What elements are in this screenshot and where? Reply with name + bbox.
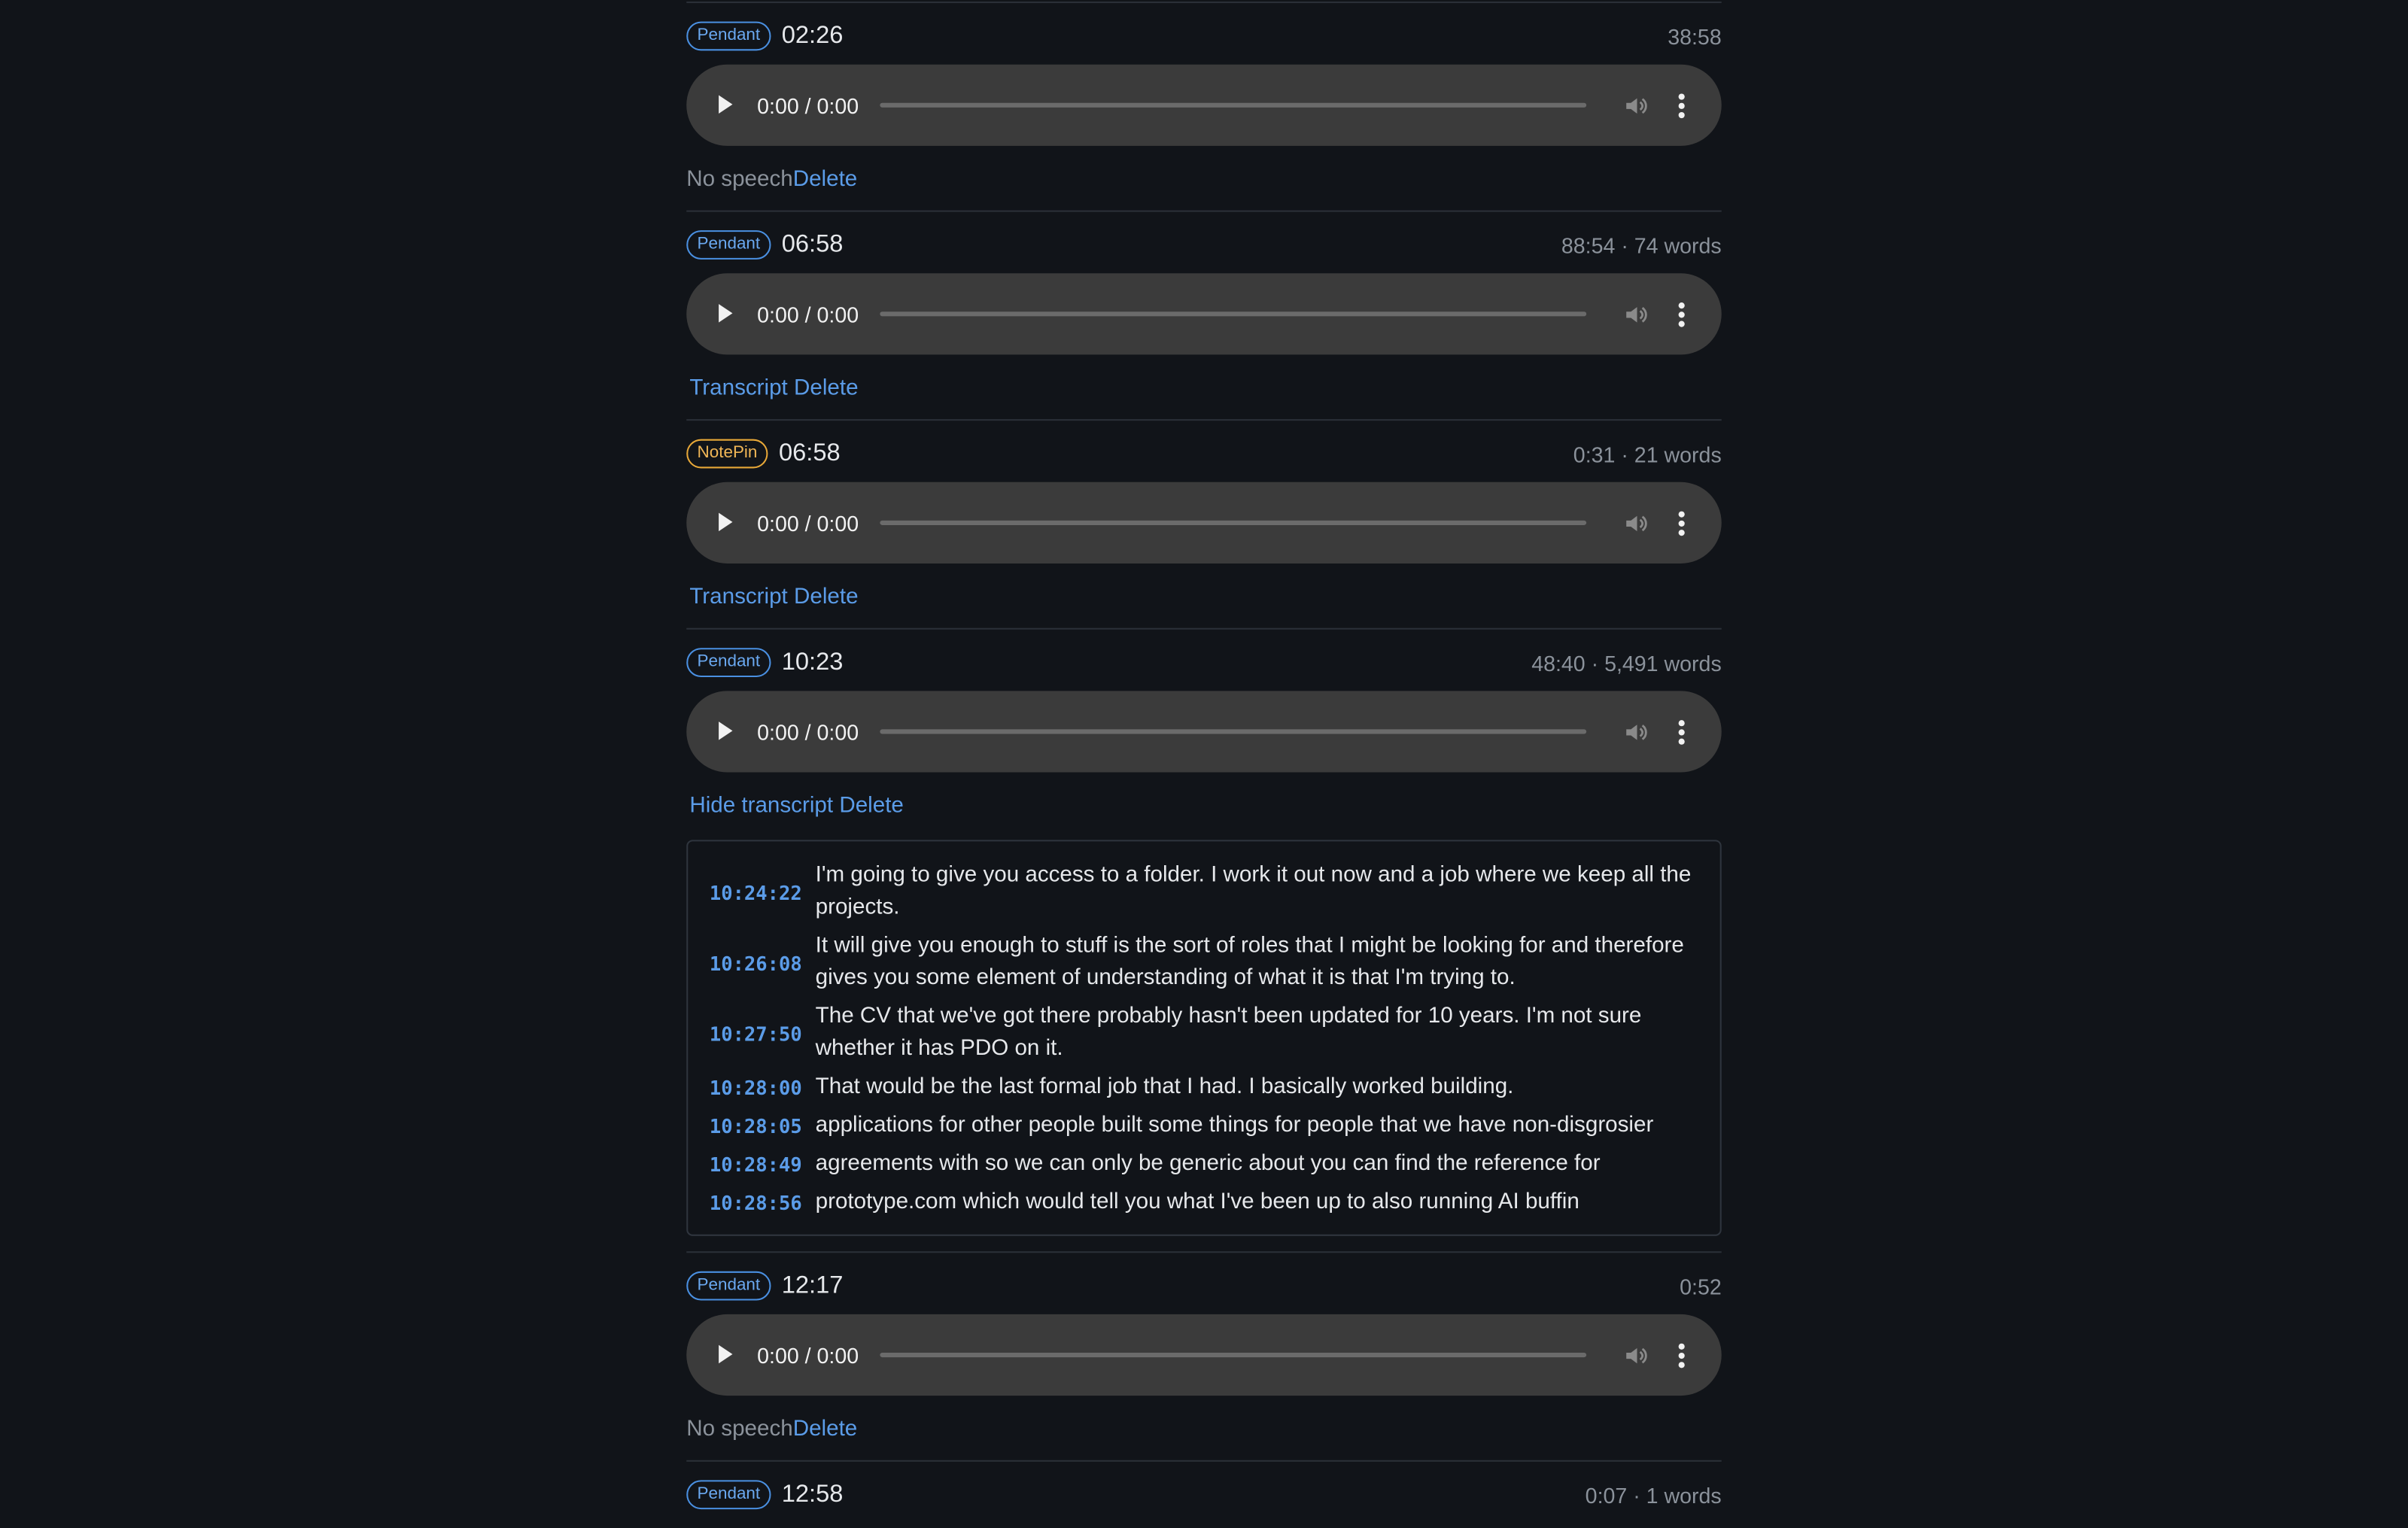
player-time: 0:00 / 0:00	[757, 93, 859, 118]
recording-meta: 48:40 · 5,491 words	[1531, 650, 1722, 675]
recording-meta: 0:07 · 1 words	[1585, 1482, 1722, 1508]
recording-actions: No speechDelete	[686, 1414, 1721, 1445]
seek-bar[interactable]	[880, 311, 1587, 317]
recording-card: NotePin 06:58 0:31 · 21 words 0:00 / 0:0…	[686, 419, 1722, 628]
recording-card: Pendant 12:58 0:07 · 1 words	[686, 1460, 1722, 1528]
seek-bar[interactable]	[880, 729, 1587, 734]
transcript-timestamp[interactable]: 10:26:08	[710, 951, 816, 974]
recording-time: 06:58	[781, 231, 844, 257]
recording-actions: Hide transcript Delete	[686, 791, 1721, 822]
transcript-line: 10:24:22 I'm going to give you access to…	[710, 860, 1698, 925]
transcript-line: 10:28:56 prototype.com which would tell …	[710, 1187, 1698, 1220]
recording-actions: Transcript Delete	[686, 373, 1721, 404]
delete-link[interactable]: Delete	[793, 1417, 858, 1442]
recording-actions: No speechDelete	[686, 164, 1721, 195]
recording-time: 12:17	[781, 1271, 844, 1299]
recording-header: Pendant 10:23 48:40 · 5,491 words	[686, 645, 1722, 680]
audio-player[interactable]: 0:00 / 0:00	[686, 1314, 1722, 1396]
recordings-list: Pendant 02:26 38:58 0:00 / 0:00 No speec…	[686, 2, 1722, 1528]
delete-link[interactable]: Delete	[839, 794, 904, 819]
device-badge: Pendant	[686, 230, 771, 260]
device-badge: Pendant	[686, 648, 771, 677]
volume-icon[interactable]	[1623, 93, 1648, 118]
seek-bar[interactable]	[880, 520, 1587, 525]
device-badge: Pendant	[686, 1480, 771, 1510]
recording-time: 10:23	[781, 649, 844, 675]
transcript-timestamp[interactable]: 10:28:49	[710, 1153, 816, 1177]
delete-link[interactable]: Delete	[794, 585, 859, 610]
device-badge: NotePin	[686, 439, 768, 469]
transcript-link[interactable]: Transcript	[689, 585, 787, 610]
audio-player[interactable]: 0:00 / 0:00	[686, 481, 1722, 564]
recording-header: Pendant 06:58 88:54 · 74 words	[686, 227, 1722, 263]
hide-transcript-link[interactable]: Hide transcript	[689, 794, 833, 819]
volume-icon[interactable]	[1623, 720, 1648, 745]
play-icon[interactable]	[719, 721, 733, 740]
recording-meta: 0:52	[1680, 1273, 1722, 1299]
delete-link[interactable]: Delete	[793, 167, 858, 192]
transcript-line: 10:27:50 The CV that we've got there pro…	[710, 1001, 1698, 1066]
transcript-panel: 10:24:22 I'm going to give you access to…	[686, 840, 1722, 1236]
volume-icon[interactable]	[1623, 1344, 1648, 1369]
no-speech-label: No speech	[686, 167, 793, 193]
transcript-line: 10:26:08 It will give you enough to stuf…	[710, 931, 1698, 995]
volume-icon[interactable]	[1623, 512, 1648, 536]
transcript-timestamp[interactable]: 10:28:56	[710, 1192, 816, 1215]
more-options-icon[interactable]	[1678, 302, 1685, 327]
more-options-icon[interactable]	[1678, 1343, 1685, 1369]
transcript-text: That would be the last formal job that I…	[815, 1074, 1514, 1100]
volume-icon[interactable]	[1623, 302, 1648, 327]
player-time: 0:00 / 0:00	[757, 510, 859, 536]
recording-header: Pendant 12:58 0:07 · 1 words	[686, 1477, 1722, 1512]
transcript-link[interactable]: Transcript	[689, 376, 787, 401]
transcript-timestamp[interactable]: 10:28:00	[710, 1077, 816, 1100]
audio-player[interactable]: 0:00 / 0:00	[686, 691, 1722, 773]
audio-player[interactable]: 0:00 / 0:00	[686, 64, 1722, 146]
transcript-line: 10:28:05 applications for other people b…	[710, 1110, 1698, 1142]
transcript-text: prototype.com which would tell you what …	[815, 1189, 1579, 1215]
device-badge: Pendant	[686, 1271, 771, 1301]
transcript-text: agreements with so we can only be generi…	[815, 1151, 1601, 1177]
play-icon[interactable]	[719, 1344, 733, 1364]
player-time: 0:00 / 0:00	[757, 1342, 859, 1368]
recording-time: 02:26	[781, 22, 844, 49]
play-icon[interactable]	[719, 95, 733, 114]
transcript-text: applications for other people built some…	[815, 1113, 1654, 1138]
recording-header: Pendant 02:26 38:58	[686, 18, 1722, 53]
recording-header: Pendant 12:17 0:52	[686, 1268, 1722, 1304]
transcript-timestamp[interactable]: 10:27:50	[710, 1022, 816, 1045]
play-icon[interactable]	[719, 304, 733, 323]
recording-card: Pendant 06:58 88:54 · 74 words 0:00 / 0:…	[686, 210, 1722, 420]
transcript-text: I'm going to give you access to a folder…	[815, 862, 1692, 920]
recordings-page: Pendant 02:26 38:58 0:00 / 0:00 No speec…	[0, 0, 2408, 1510]
transcript-text: It will give you enough to stuff is the …	[815, 933, 1684, 991]
recording-card: Pendant 10:23 48:40 · 5,491 words 0:00 /…	[686, 627, 1722, 1252]
seek-bar[interactable]	[880, 102, 1587, 108]
more-options-icon[interactable]	[1678, 93, 1685, 119]
transcript-timestamp[interactable]: 10:28:05	[710, 1115, 816, 1138]
no-speech-label: No speech	[686, 1417, 793, 1442]
player-time: 0:00 / 0:00	[757, 719, 859, 744]
more-options-icon[interactable]	[1678, 720, 1685, 745]
delete-link[interactable]: Delete	[794, 376, 859, 401]
recording-card: Pendant 02:26 38:58 0:00 / 0:00 No speec…	[686, 2, 1722, 211]
player-time: 0:00 / 0:00	[757, 302, 859, 327]
audio-player[interactable]: 0:00 / 0:00	[686, 273, 1722, 355]
transcript-line: 10:28:49 agreements with so we can only …	[710, 1149, 1698, 1181]
more-options-icon[interactable]	[1678, 511, 1685, 536]
recording-card: Pendant 12:17 0:52 0:00 / 0:00 No speech…	[686, 1251, 1722, 1460]
recording-meta: 38:58	[1668, 23, 1722, 49]
play-icon[interactable]	[719, 512, 733, 532]
recording-time: 06:58	[778, 439, 841, 466]
recording-actions: Transcript Delete	[686, 582, 1721, 612]
device-badge: Pendant	[686, 21, 771, 51]
transcript-timestamp[interactable]: 10:24:22	[710, 880, 816, 904]
seek-bar[interactable]	[880, 1352, 1587, 1358]
recording-meta: 88:54 · 74 words	[1561, 232, 1722, 257]
transcript-line: 10:28:00 That would be the last formal j…	[710, 1071, 1698, 1104]
recording-meta: 0:31 · 21 words	[1573, 441, 1722, 466]
recording-header: NotePin 06:58 0:31 · 21 words	[686, 436, 1722, 472]
transcript-text: The CV that we've got there probably has…	[815, 1004, 1642, 1062]
